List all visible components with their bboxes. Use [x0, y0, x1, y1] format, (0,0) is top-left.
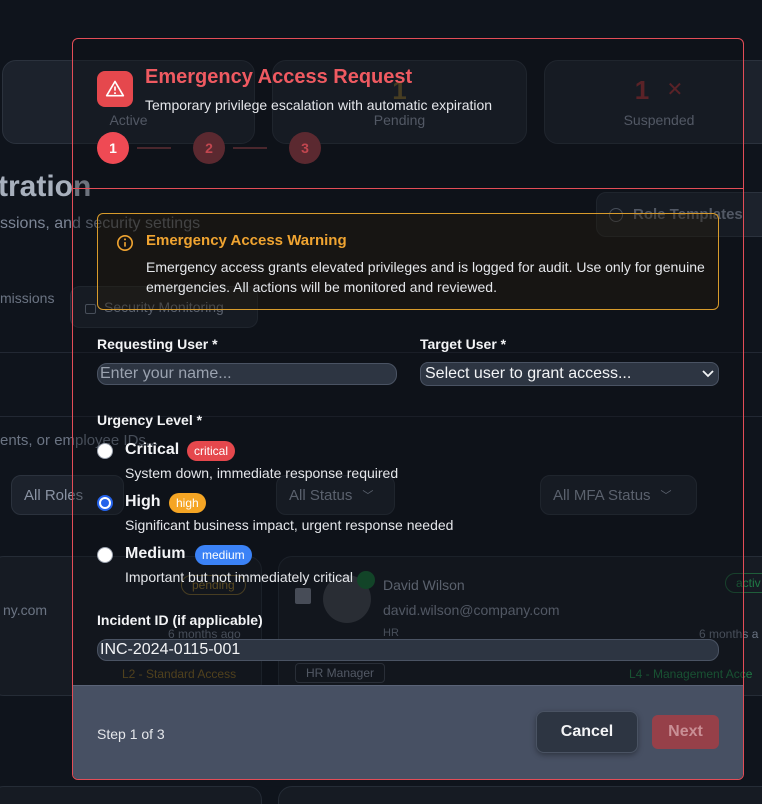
user-email: ny.com — [3, 602, 48, 618]
urgency-name: Medium — [125, 545, 186, 562]
critical-badge: critical — [187, 441, 236, 461]
target-user-label: Target User * — [420, 336, 507, 352]
step-connector — [233, 147, 267, 149]
requesting-user-input[interactable] — [97, 363, 397, 385]
target-user-selected: Select user to grant access... — [425, 365, 632, 382]
radio-medium[interactable] — [97, 547, 113, 563]
step-counter: Step 1 of 3 — [97, 726, 165, 742]
step-indicator-1: 1 — [97, 132, 129, 164]
radio-critical[interactable] — [97, 443, 113, 459]
alert-triangle-icon — [97, 71, 133, 107]
info-icon — [116, 234, 134, 257]
emergency-access-modal: Emergency Access Request Temporary privi… — [72, 38, 744, 780]
step-indicator-3: 3 — [289, 132, 321, 164]
incident-id-input[interactable] — [97, 639, 719, 661]
target-user-select[interactable]: Select user to grant access... — [420, 362, 719, 386]
medium-badge: medium — [195, 545, 252, 565]
modal-footer: Step 1 of 3 Cancel Next — [73, 685, 743, 779]
urgency-name: High — [125, 493, 161, 510]
urgency-description: Important but not immediately critical — [125, 569, 353, 585]
tab-permissions[interactable]: missions — [0, 290, 54, 306]
emergency-warning-box: Emergency Access Warning Emergency acces… — [97, 213, 719, 310]
user-card — [278, 786, 762, 804]
cancel-button[interactable]: Cancel — [536, 711, 638, 753]
requesting-user-label: Requesting User * — [97, 336, 218, 352]
step-indicator-2: 2 — [193, 132, 225, 164]
urgency-description: Significant business impact, urgent resp… — [125, 517, 454, 533]
urgency-name: Critical — [125, 441, 180, 458]
next-button[interactable]: Next — [652, 715, 719, 749]
incident-id-label: Incident ID (if applicable) — [97, 612, 263, 628]
warning-text: Emergency access grants elevated privile… — [146, 259, 705, 295]
warning-title: Emergency Access Warning — [146, 232, 347, 249]
modal-header: Emergency Access Request Temporary privi… — [73, 39, 743, 189]
step-connector — [137, 147, 171, 149]
urgency-level-label: Urgency Level * — [97, 412, 203, 428]
modal-title: Emergency Access Request — [145, 66, 413, 88]
radio-high[interactable] — [97, 495, 113, 511]
urgency-description: System down, immediate response required — [125, 465, 399, 481]
chevron-down-icon — [702, 365, 714, 383]
user-card — [0, 786, 262, 804]
high-badge: high — [169, 493, 206, 513]
modal-subtitle: Temporary privilege escalation with auto… — [145, 97, 493, 113]
